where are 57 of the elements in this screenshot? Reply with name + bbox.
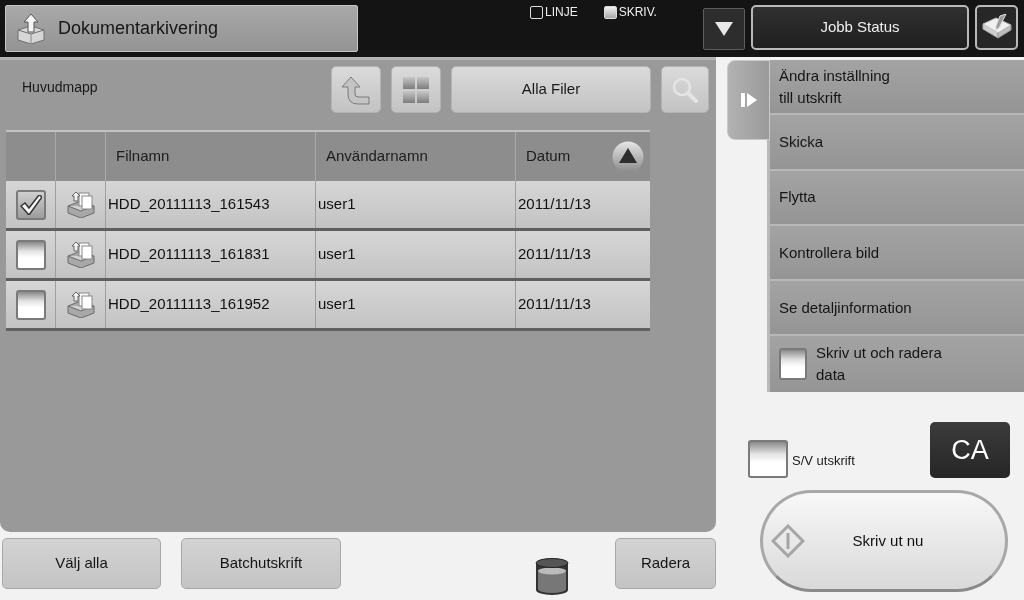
column-header: Datum bbox=[526, 146, 571, 167]
triangle-down-icon bbox=[715, 22, 733, 36]
table-cell: 2011/11/13 bbox=[515, 281, 650, 328]
job-status-button[interactable]: Jobb Status bbox=[751, 5, 969, 50]
table-cell: HDD_20111113_161831 bbox=[105, 231, 315, 278]
column-header: Användarnamn bbox=[326, 146, 428, 167]
row-checkbox[interactable] bbox=[15, 239, 46, 270]
option-checkbox[interactable] bbox=[748, 439, 788, 478]
column-header: Filnamn bbox=[116, 146, 170, 167]
row-checkbox[interactable] bbox=[15, 189, 46, 220]
tray-up-arrow-icon bbox=[16, 13, 46, 44]
thumbnail-view-button[interactable] bbox=[391, 66, 441, 113]
document-stack-icon bbox=[66, 191, 95, 218]
table-row[interactable]: HDD_20111113_161831 user1 2011/11/13 bbox=[6, 231, 650, 281]
action-menu-item[interactable]: Skicka bbox=[770, 115, 1024, 171]
batch-print-button[interactable]: Batchutskrift bbox=[181, 538, 341, 589]
select-all-button[interactable]: Välj alla bbox=[2, 538, 161, 589]
diamond-icon bbox=[771, 523, 805, 558]
dropdown-button[interactable] bbox=[703, 8, 745, 50]
option-label: S/V utskrift bbox=[792, 452, 855, 471]
sort-ascending-icon[interactable] bbox=[612, 140, 644, 173]
table-cell: HDD_20111113_161543 bbox=[105, 181, 315, 228]
table-cell: user1 bbox=[315, 281, 515, 328]
document-stack-icon bbox=[66, 291, 95, 318]
indicator-label: SKRIV. bbox=[618, 5, 657, 19]
action-menu-item[interactable]: Kontrollera bild bbox=[770, 225, 1024, 282]
storage-cylinder-icon bbox=[535, 558, 569, 596]
checkmark-icon bbox=[19, 194, 42, 215]
option-label: Skriv ut och radera data bbox=[816, 343, 942, 386]
bar-arrow-icon bbox=[740, 93, 757, 107]
print-now-button[interactable]: Skriv ut nu bbox=[760, 489, 1008, 592]
table-cell: 2011/11/13 bbox=[515, 231, 650, 278]
action-menu-item[interactable]: Skriv ut och radera data bbox=[770, 336, 1024, 392]
book-icon bbox=[981, 13, 1012, 42]
row-checkbox[interactable] bbox=[15, 289, 46, 320]
option-checkbox[interactable] bbox=[779, 348, 807, 381]
grid-icon bbox=[403, 76, 429, 103]
document-stack-icon bbox=[66, 241, 95, 268]
action-menu-item[interactable]: Ändra inställning till utskrift bbox=[770, 60, 1024, 116]
panel-toggle-button[interactable] bbox=[727, 60, 770, 140]
action-menu-item[interactable]: Se detaljinformation bbox=[770, 281, 1024, 337]
curved-arrow-icon bbox=[341, 74, 371, 105]
clear-all-button[interactable]: CA bbox=[930, 421, 1010, 478]
help-button[interactable] bbox=[975, 5, 1018, 50]
delete-button[interactable]: Radera bbox=[615, 538, 716, 589]
table-row[interactable]: HDD_20111113_161543 user1 2011/11/13 bbox=[6, 181, 650, 231]
indicator-label: LINJE bbox=[545, 5, 578, 19]
filter-button[interactable]: Alla Filer bbox=[451, 66, 651, 113]
search-icon bbox=[672, 76, 698, 103]
table-cell: HDD_20111113_161952 bbox=[105, 281, 315, 328]
action-menu-item[interactable]: Flytta bbox=[770, 170, 1024, 226]
table-row[interactable]: HDD_20111113_161952 user1 2011/11/13 bbox=[6, 281, 650, 331]
table-cell: user1 bbox=[315, 231, 515, 278]
table-cell: user1 bbox=[315, 181, 515, 228]
screen-title: Dokumentarkivering bbox=[58, 17, 219, 40]
table-cell: 2011/11/13 bbox=[515, 181, 650, 228]
folder-name: Huvudmapp bbox=[22, 78, 98, 97]
